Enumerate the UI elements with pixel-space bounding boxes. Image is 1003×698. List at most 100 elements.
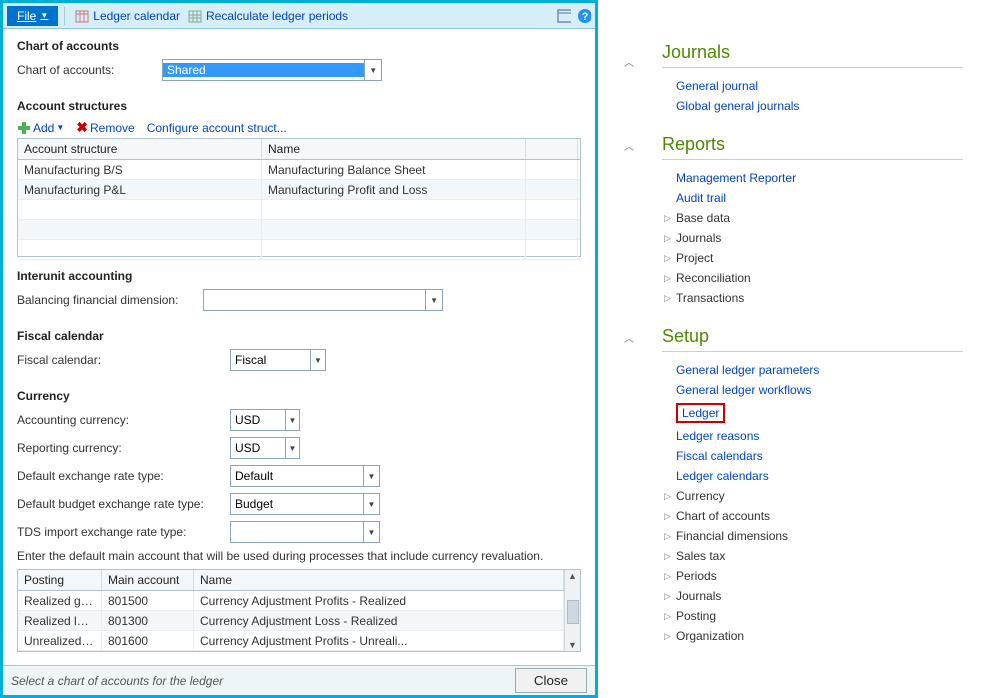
bud-rate-combo[interactable]: ▼ (230, 493, 380, 515)
window-icon[interactable] (557, 9, 571, 23)
def-rate-combo[interactable]: ▼ (230, 465, 380, 487)
nav-link-mgmt-reporter[interactable]: Management Reporter (662, 168, 1003, 188)
triangle-right-icon: ▷ (664, 253, 672, 264)
svg-text:?: ? (582, 11, 589, 23)
ledger-highlight: Ledger (676, 403, 725, 423)
nav-expand-journals2[interactable]: ▷Journals (662, 586, 1003, 606)
nav-link-gl-workflows[interactable]: General ledger workflows (662, 380, 1003, 400)
col-posting[interactable]: Posting (18, 570, 102, 590)
scroll-up-icon[interactable]: ▲ (568, 570, 577, 582)
nav-expand-journals[interactable]: ▷Journals (662, 228, 1003, 248)
nav-expand-fin-dim[interactable]: ▷Financial dimensions (662, 526, 1003, 546)
configure-link[interactable]: Configure account struct... (147, 121, 287, 135)
chevron-down-icon[interactable]: ▼ (285, 438, 299, 458)
col-account-structure[interactable]: Account structure (18, 139, 262, 159)
nav-link-audit-trail[interactable]: Audit trail (662, 188, 1003, 208)
nav-expand-org[interactable]: ▷Organization (662, 626, 1003, 646)
remove-button[interactable]: ✖ Remove (76, 119, 134, 136)
fiscal-combo[interactable]: ▼ (230, 349, 326, 371)
tds-rate-combo[interactable]: ▼ (230, 521, 380, 543)
tds-rate-input[interactable] (231, 525, 363, 539)
nav-expand-base-data[interactable]: ▷Base data (662, 208, 1003, 228)
chevron-down-icon[interactable]: ▼ (363, 494, 379, 514)
nav-link-ledger-reasons[interactable]: Ledger reasons (662, 426, 1003, 446)
balancing-input[interactable] (204, 293, 425, 307)
nav-expand-coa[interactable]: ▷Chart of accounts (662, 506, 1003, 526)
scrollbar[interactable]: ▲ ▼ (564, 570, 580, 651)
nav-expand-project[interactable]: ▷Project (662, 248, 1003, 268)
table-row[interactable]: Realized gain 801500 Currency Adjustment… (18, 591, 564, 611)
table-row[interactable]: Manufacturing B/S Manufacturing Balance … (18, 160, 580, 180)
chevron-down-icon[interactable]: ▼ (285, 410, 299, 430)
triangle-right-icon: ▷ (664, 273, 672, 284)
def-rate-input[interactable] (231, 469, 363, 483)
help-icon[interactable]: ? (577, 9, 591, 23)
chevron-down-icon[interactable]: ▼ (363, 522, 379, 542)
col-name[interactable]: Name (262, 139, 526, 159)
acct-currency-combo[interactable]: ▼ (230, 409, 300, 431)
caret-up-icon[interactable]: ︿ (624, 138, 634, 153)
table-row[interactable]: Unrealized gain 801600 Currency Adjustme… (18, 631, 564, 651)
triangle-right-icon: ▷ (664, 511, 672, 522)
def-rate-label: Default exchange rate type: (17, 469, 230, 483)
currency-hint: Enter the default main account that will… (17, 549, 581, 563)
nav-expand-currency[interactable]: ▷Currency (662, 486, 1003, 506)
col-main-account[interactable]: Main account (102, 570, 194, 590)
bud-rate-input[interactable] (231, 497, 363, 511)
chevron-down-icon[interactable]: ▼ (425, 290, 442, 310)
nav-link-ledger-calendars[interactable]: Ledger calendars (662, 466, 1003, 486)
grid-icon (188, 9, 202, 23)
nav-expand-reconciliation[interactable]: ▷Reconciliation (662, 268, 1003, 288)
add-button[interactable]: Add ▼ (17, 121, 64, 135)
table-row[interactable]: Manufacturing P&L Manufacturing Profit a… (18, 180, 580, 200)
nav-reports: ︿ Reports Management Reporter Audit trai… (598, 134, 1003, 308)
acct-currency-label: Accounting currency: (17, 413, 162, 427)
rep-currency-combo[interactable]: ▼ (230, 437, 300, 459)
cell: 801300 (102, 611, 194, 630)
fiscal-input[interactable] (231, 353, 310, 367)
table-row[interactable]: Realized loss 801300 Currency Adjustment… (18, 611, 564, 631)
scroll-down-icon[interactable]: ▼ (568, 639, 577, 651)
nav-setup: ︿ Setup General ledger parameters Genera… (598, 326, 1003, 646)
table-row[interactable] (18, 220, 580, 240)
close-button[interactable]: Close (515, 668, 587, 693)
ledger-window: File ▼ Ledger calendar Recalculate ledge… (0, 0, 598, 698)
structures-grid: Account structure Name Manufacturing B/S… (17, 138, 581, 257)
content-area: Chart of accounts Chart of accounts: ▼ A… (3, 29, 595, 665)
table-row[interactable] (18, 200, 580, 220)
scroll-thumb[interactable] (567, 600, 579, 624)
nav-link-ledger[interactable]: Ledger (662, 400, 1003, 426)
nav-expand-periods[interactable]: ▷Periods (662, 566, 1003, 586)
chart-section-title: Chart of accounts (17, 39, 581, 53)
table-row[interactable] (18, 240, 580, 260)
nav-link-general-journal[interactable]: General journal (662, 76, 1003, 96)
chart-of-accounts-input[interactable] (163, 63, 364, 77)
nav-expand-transactions[interactable]: ▷Transactions (662, 288, 1003, 308)
ledger-calendar-button[interactable]: Ledger calendar (71, 7, 184, 25)
chevron-down-icon[interactable]: ▼ (310, 350, 325, 370)
recalculate-label: Recalculate ledger periods (206, 9, 348, 23)
currency-section-title: Currency (17, 389, 581, 403)
nav-expand-posting[interactable]: ▷Posting (662, 606, 1003, 626)
chevron-down-icon[interactable]: ▼ (364, 60, 381, 80)
file-menu[interactable]: File ▼ (7, 6, 58, 26)
col-name[interactable]: Name (194, 570, 564, 590)
nav-expand-sales-tax[interactable]: ▷Sales tax (662, 546, 1003, 566)
chart-of-accounts-combo[interactable]: ▼ (162, 59, 382, 81)
caret-up-icon[interactable]: ︿ (624, 330, 634, 345)
acct-currency-input[interactable] (231, 413, 285, 427)
nav-link-gl-params[interactable]: General ledger parameters (662, 360, 1003, 380)
cell: Realized gain (18, 591, 102, 610)
balancing-combo[interactable]: ▼ (203, 289, 443, 311)
recalculate-button[interactable]: Recalculate ledger periods (184, 7, 352, 25)
nav-link-global-journals[interactable]: Global general journals (662, 96, 1003, 116)
add-label: Add (33, 121, 54, 135)
nav-link-fiscal-calendars[interactable]: Fiscal calendars (662, 446, 1003, 466)
chevron-down-icon[interactable]: ▼ (363, 466, 379, 486)
rep-currency-input[interactable] (231, 441, 285, 455)
cell: Currency Adjustment Profits - Realized (194, 591, 564, 610)
nav-panel: ︿ Journals General journal Global genera… (598, 0, 1003, 698)
ledger-calendar-label: Ledger calendar (93, 9, 180, 23)
plus-icon (17, 121, 31, 135)
cell: Manufacturing Profit and Loss (262, 180, 526, 199)
